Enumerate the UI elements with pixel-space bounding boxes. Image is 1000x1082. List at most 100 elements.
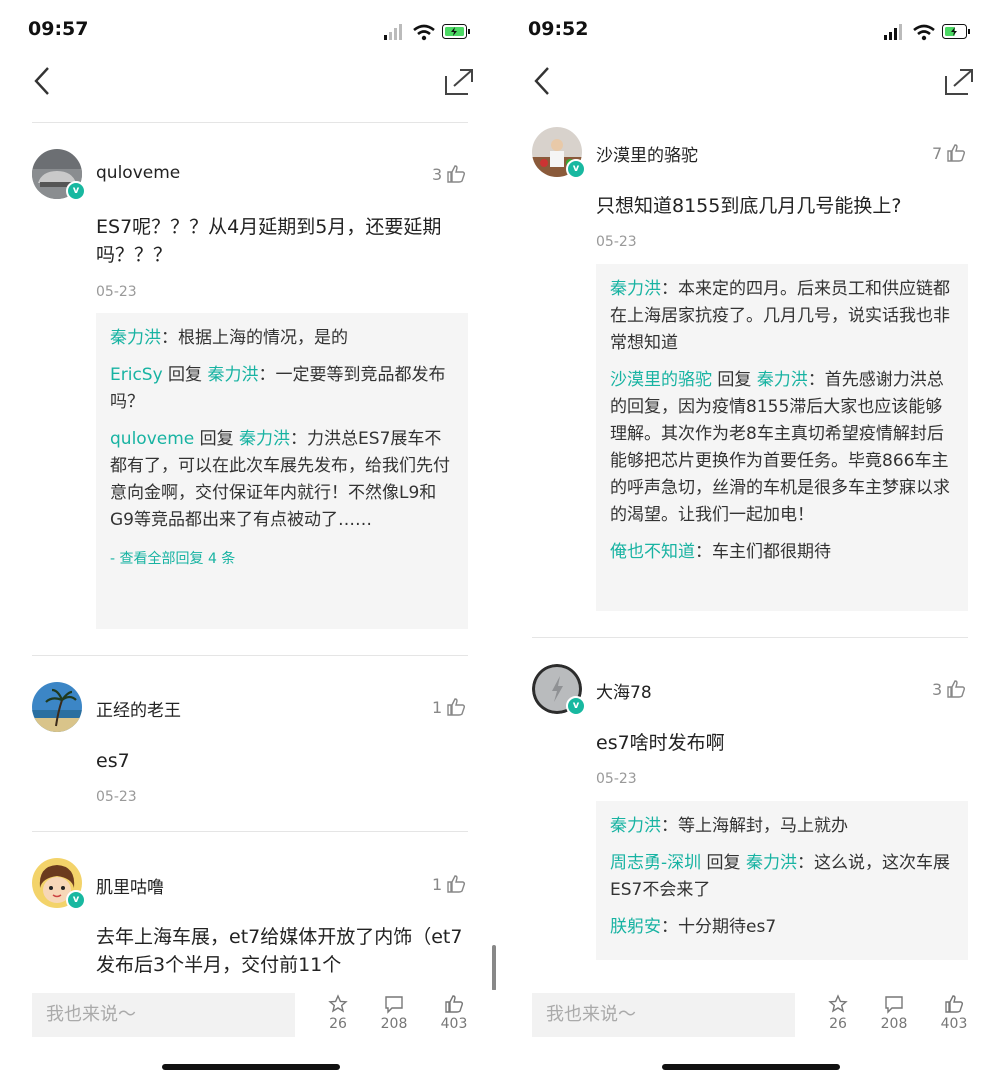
bottom-bar: 我也来说～ 26 208 403	[500, 990, 1000, 1042]
reply-text: ：首先感谢力洪总的回复，因为疫情8155滞后大家也应该能够理解。其次作为老8车主…	[610, 370, 950, 525]
avatar[interactable]: v	[32, 858, 86, 910]
comment-text: 去年上海车展，et7给媒体开放了内饰（et7发布后3个半月，交付前11个	[96, 926, 463, 976]
reply-target[interactable]: 秦力洪	[757, 370, 808, 390]
battery-icon	[442, 24, 470, 39]
reply-item[interactable]: quloveme 回复 秦力洪：力洪总ES7展车不都有了，可以在此次车展先发布，…	[110, 426, 454, 534]
reply-text: ：本来定的四月。后来员工和供应链都在上海居家抗疫了。几月几号，说实话我也非常想知…	[610, 279, 950, 353]
favorite-button[interactable]: 26	[316, 994, 360, 1032]
comment-text: ES7呢？？？从4月延期到5月，还要延期吗？？？	[96, 216, 442, 266]
thumbs-up-icon	[447, 165, 466, 183]
reply-item[interactable]: EricSy 回复 秦力洪：一定要等到竞品都发布吗？	[110, 362, 454, 416]
avatar[interactable]: v	[32, 149, 86, 201]
reply-text: ：车主们都很期待	[695, 542, 831, 562]
status-icons	[384, 24, 470, 41]
reply-box: 秦力洪：等上海解封，马上就办 周志勇-深圳 回复 秦力洪：这么说，这次车展ES7…	[596, 801, 968, 960]
back-arrow-icon[interactable]	[528, 64, 558, 98]
comment-date: 05-23	[596, 234, 637, 250]
reply-author[interactable]: quloveme	[110, 429, 194, 449]
reply-target[interactable]: 秦力洪	[207, 365, 258, 385]
like-button[interactable]: 1	[432, 874, 466, 894]
comments-count: 208	[380, 1016, 408, 1032]
like-post-count: 403	[440, 1016, 468, 1032]
like-count: 1	[432, 697, 443, 717]
right-screen: 09:52 v 沙漠里的骆驼 7 只想知道8155到底几月几号能换上? 05-2…	[500, 0, 1000, 1082]
reply-connector: 回复	[194, 429, 240, 449]
divider	[32, 831, 468, 832]
verified-badge-icon: v	[66, 890, 86, 910]
battery-icon	[942, 24, 970, 39]
reply-author[interactable]: EricSy	[110, 365, 163, 385]
reply-author[interactable]: 秦力洪	[610, 279, 661, 299]
like-button[interactable]: 1	[432, 697, 466, 717]
comment-date: 05-23	[596, 771, 637, 787]
reply-item[interactable]: 秦力洪：根据上海的情况，是的	[110, 325, 454, 352]
reply-author[interactable]: 俺也不知道	[610, 542, 695, 562]
comment-input[interactable]: 我也来说～	[32, 993, 295, 1037]
thumbs-up-icon	[447, 698, 466, 716]
home-indicator[interactable]	[662, 1064, 840, 1070]
view-all-replies-link[interactable]: - 查看全部回复 4 条	[110, 548, 454, 568]
thumbs-up-icon	[947, 144, 966, 162]
reply-item[interactable]: 沙漠里的骆驼 回复 秦力洪：首先感谢力洪总的回复，因为疫情8155滞后大家也应该…	[610, 367, 954, 529]
reply-author[interactable]: 朕躬安	[610, 917, 661, 937]
comments-count: 208	[880, 1016, 908, 1032]
like-count: 7	[932, 143, 943, 163]
reply-item[interactable]: 秦力洪：等上海解封，马上就办	[610, 813, 954, 840]
username[interactable]: 正经的老王	[96, 696, 181, 721]
reply-item[interactable]: 朕躬安：十分期待es7	[610, 914, 954, 941]
comments-button[interactable]: 208	[372, 994, 416, 1032]
star-icon	[828, 994, 848, 1013]
reply-author[interactable]: 沙漠里的骆驼	[610, 370, 712, 390]
divider	[32, 122, 468, 123]
share-icon[interactable]	[944, 66, 976, 98]
back-arrow-icon[interactable]	[28, 64, 58, 98]
like-post-button[interactable]: 403	[432, 994, 476, 1032]
bottom-bar: 我也来说～ 26 208 403	[0, 990, 500, 1042]
comments-button[interactable]: 208	[872, 994, 916, 1032]
share-icon[interactable]	[444, 66, 476, 98]
avatar[interactable]	[32, 682, 82, 732]
thumbs-up-icon	[947, 680, 966, 698]
reply-item[interactable]: 秦力洪：本来定的四月。后来员工和供应链都在上海居家抗疫了。几月几号，说实话我也非…	[610, 276, 954, 357]
username[interactable]: 沙漠里的骆驼	[596, 141, 698, 166]
favorite-count: 26	[329, 1016, 347, 1032]
username[interactable]: 肌里咕噜	[96, 873, 164, 898]
favorite-button[interactable]: 26	[816, 994, 860, 1032]
avatar[interactable]: v	[532, 127, 586, 179]
left-screen: 09:57 v quloveme 3 ES7呢？？？从4月延期到5月，还要延期吗…	[0, 0, 500, 1082]
reply-item[interactable]: 周志勇-深圳 回复 秦力洪：这么说，这次车展ES7不会来了	[610, 850, 954, 904]
divider	[32, 655, 468, 656]
like-button[interactable]: 3	[432, 164, 466, 184]
username[interactable]: 大海78	[596, 678, 652, 703]
reply-connector: 回复	[162, 365, 208, 385]
reply-author[interactable]: 周志勇-深圳	[610, 853, 701, 873]
reply-box: 秦力洪：根据上海的情况，是的 EricSy 回复 秦力洪：一定要等到竞品都发布吗…	[96, 313, 468, 629]
signal-icon	[384, 24, 402, 40]
reply-target[interactable]: 秦力洪	[746, 853, 797, 873]
comment-input[interactable]: 我也来说～	[532, 993, 795, 1037]
scroll-indicator[interactable]	[492, 945, 496, 991]
reply-target[interactable]: 秦力洪	[239, 429, 290, 449]
like-post-count: 403	[940, 1016, 968, 1032]
reply-item[interactable]: 俺也不知道：车主们都很期待	[610, 539, 954, 566]
comment-date: 05-23	[96, 789, 137, 805]
comment-text: es7	[96, 750, 130, 772]
reply-connector: 回复	[701, 853, 746, 873]
like-button[interactable]: 3	[932, 679, 966, 699]
star-icon	[328, 994, 348, 1013]
avatar-beach-image	[32, 682, 82, 732]
wifi-icon	[413, 24, 435, 41]
status-bar: 09:52	[528, 18, 976, 46]
comment-bubble-icon	[885, 996, 903, 1014]
reply-author[interactable]: 秦力洪	[610, 816, 661, 836]
home-indicator[interactable]	[162, 1064, 340, 1070]
like-post-button[interactable]: 403	[932, 994, 976, 1032]
like-count: 1	[432, 874, 443, 894]
reply-author[interactable]: 秦力洪	[110, 328, 161, 348]
username[interactable]: quloveme	[96, 163, 180, 183]
reply-text: ：根据上海的情况，是的	[161, 328, 348, 348]
comment-text: 只想知道8155到底几月几号能换上?	[596, 195, 902, 217]
avatar[interactable]: v	[532, 664, 586, 716]
like-button[interactable]: 7	[932, 143, 966, 163]
thumbs-up-icon	[445, 995, 464, 1013]
